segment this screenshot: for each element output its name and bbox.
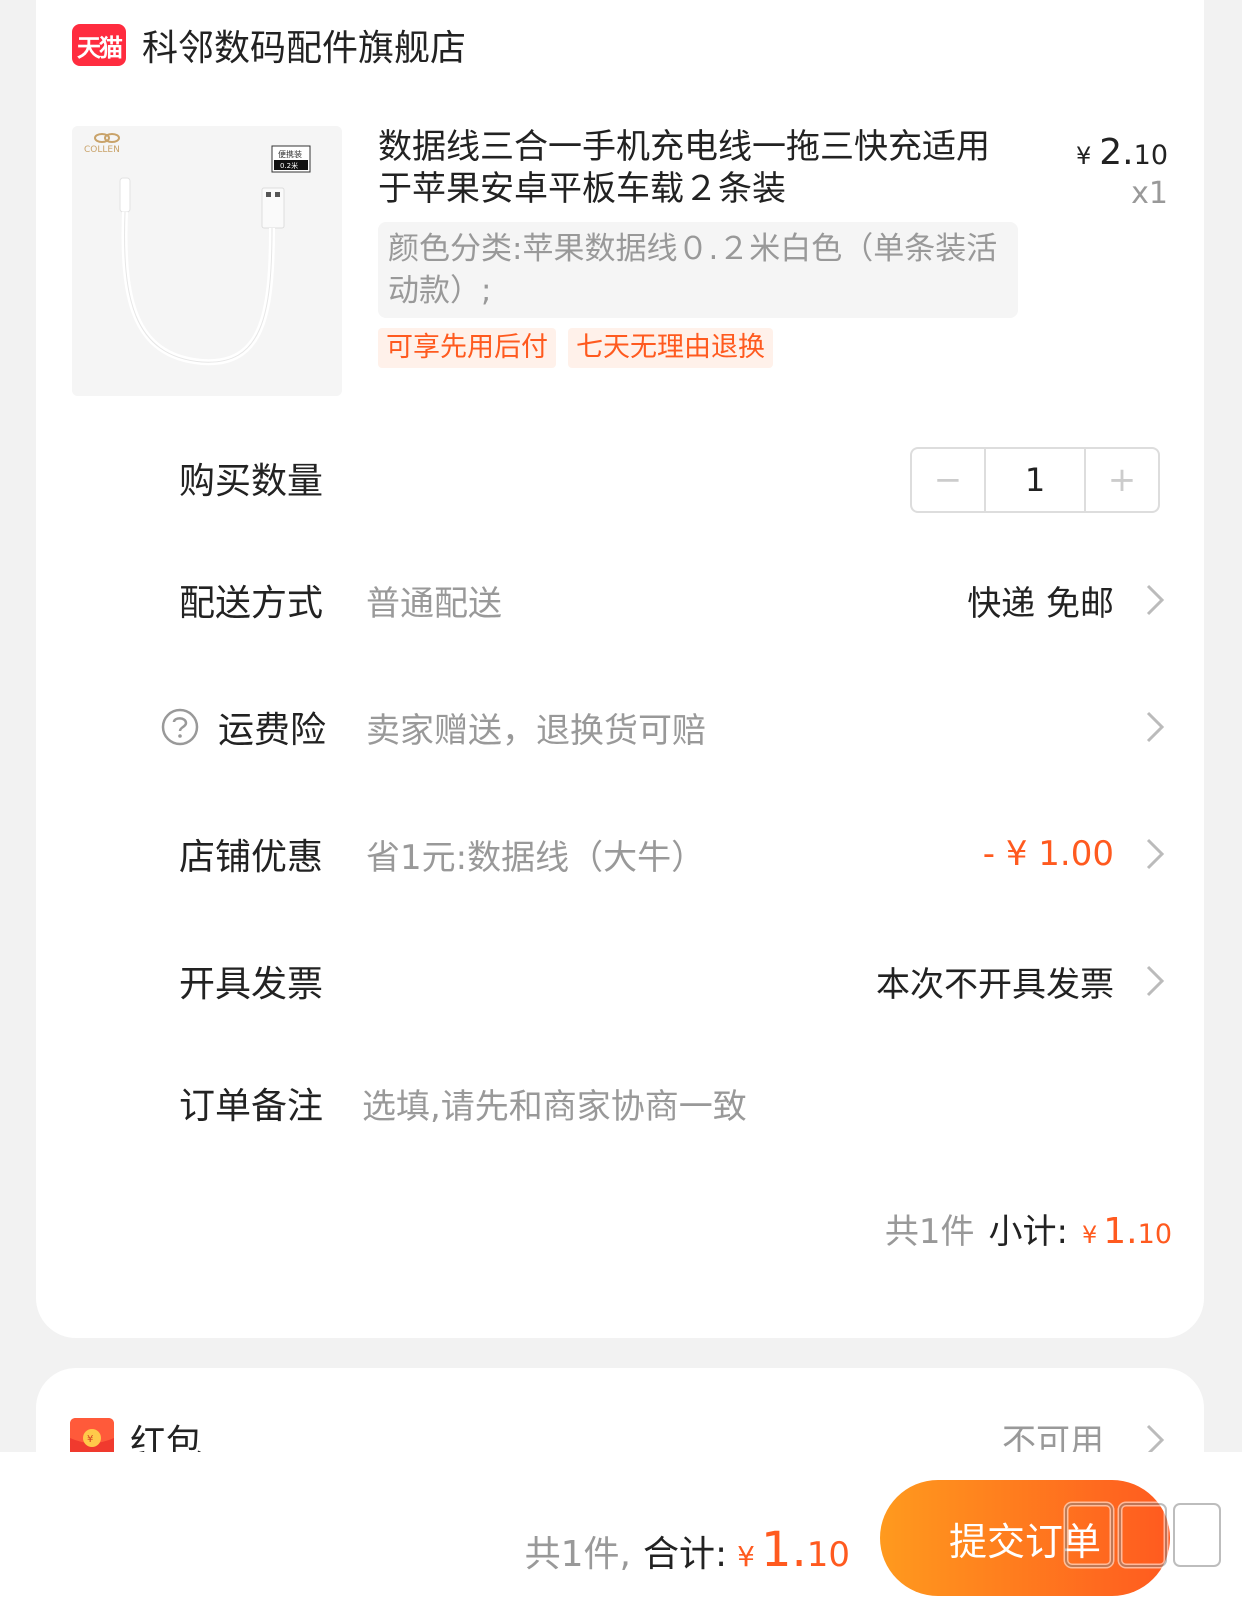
question-circle-icon[interactable] [161, 708, 199, 746]
subtotal-label: 小计: [988, 1212, 1068, 1252]
note-label: 订单备注 [179, 1086, 324, 1127]
product-title[interactable]: 数据线三合一手机充电线一拖三快充适用于苹果安卓平板车载２条装 [378, 126, 998, 210]
invoice-label: 开具发票 [179, 964, 324, 1005]
watermark-logo-icon [1063, 1501, 1223, 1569]
decrease-button[interactable]: − [912, 449, 984, 511]
insurance-row[interactable]: 运费险 卖家赠送，退换货可赔 [36, 697, 1204, 757]
discount-sub: 省1元:数据线（大牛） [366, 837, 706, 878]
store-header[interactable]: 天猫 科邻数码配件旗舰店 [72, 20, 466, 70]
product-price: ¥2.10 [1076, 132, 1168, 173]
order-card: 天猫 科邻数码配件旗舰店 COLLEN 便携装 0.2米 数据线三合一手机充电线… [36, 0, 1204, 1338]
total-decimal: 10 [806, 1535, 850, 1575]
tag-pay-later: 可享先用后付 [378, 328, 556, 368]
insurance-sub: 卖家赠送，退换货可赔 [366, 710, 706, 751]
discount-value: - ¥ 1.00 [982, 834, 1114, 874]
note-row: 订单备注 选填,请先和商家协商一致 [36, 1073, 1204, 1133]
product-quantity: x1 [1131, 176, 1168, 211]
quantity-stepper: − 1 + [910, 447, 1160, 513]
subtotal-currency: ¥ [1082, 1221, 1098, 1249]
image-tag-line2: 0.2米 [280, 161, 298, 170]
quantity-input[interactable]: 1 [984, 449, 1086, 511]
insurance-label: 运费险 [218, 710, 327, 751]
delivery-value: 快递 免邮 [967, 583, 1114, 624]
total-integer: 1. [760, 1522, 807, 1578]
tmall-logo-icon: 天猫 [72, 24, 126, 66]
total-label: 合计: [642, 1534, 728, 1575]
svg-text:¥: ¥ [87, 1434, 93, 1445]
chevron-right-icon [1146, 838, 1165, 870]
delivery-sub: 普通配送 [366, 583, 502, 624]
discount-label: 店铺优惠 [179, 837, 324, 878]
delivery-label: 配送方式 [179, 583, 324, 624]
subtotal-integer: 1. [1103, 1211, 1138, 1252]
store-name[interactable]: 科邻数码配件旗舰店 [142, 19, 466, 71]
cable-illustration-icon: COLLEN 便携装 0.2米 [72, 126, 342, 396]
image-brand: COLLEN [84, 145, 120, 155]
store-discount-row[interactable]: 店铺优惠 省1元:数据线（大牛） - ¥ 1.00 [36, 824, 1204, 884]
total-count: 共1件, [524, 1534, 631, 1575]
product-spec[interactable]: 颜色分类:苹果数据线０.２米白色（单条装活动款）; [378, 222, 1018, 318]
delivery-row[interactable]: 配送方式 普通配送 快递 免邮 [36, 570, 1204, 630]
price-decimal: 10 [1133, 140, 1168, 171]
chevron-right-icon [1146, 584, 1165, 616]
image-tag-line1: 便携装 [278, 149, 302, 159]
quantity-label: 购买数量 [179, 461, 324, 502]
tag-return-policy: 七天无理由退换 [568, 328, 773, 368]
subtotal: 共1件 小计: ¥1. 10 [885, 1204, 1172, 1253]
invoice-value: 本次不开具发票 [876, 964, 1114, 1005]
price-currency: ¥ [1076, 142, 1092, 170]
increase-button[interactable]: + [1086, 449, 1158, 511]
product-image[interactable]: COLLEN 便携装 0.2米 [72, 126, 342, 396]
order-total: 共1件, 合计: ¥1. 10 [525, 1522, 850, 1578]
service-tags: 可享先用后付 七天无理由退换 [378, 328, 773, 368]
price-integer: 2. [1099, 132, 1134, 173]
invoice-row[interactable]: 开具发票 本次不开具发票 [36, 951, 1204, 1011]
total-currency: ¥ [737, 1540, 755, 1573]
subtotal-decimal: 10 [1137, 1219, 1172, 1250]
chevron-right-icon [1146, 711, 1165, 743]
chevron-right-icon [1146, 965, 1165, 997]
subtotal-count: 共1件 [884, 1212, 975, 1252]
note-input[interactable]: 选填,请先和商家协商一致 [362, 1079, 747, 1128]
